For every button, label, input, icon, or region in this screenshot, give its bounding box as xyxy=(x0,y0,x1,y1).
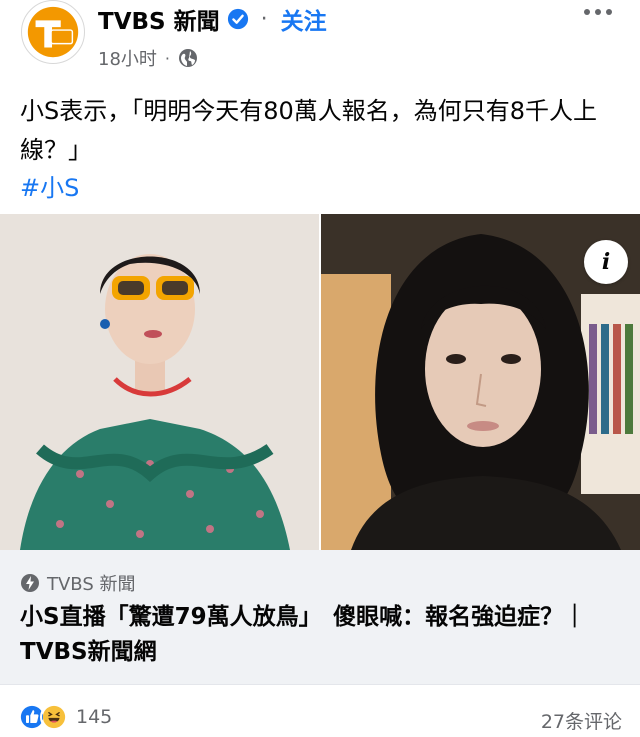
post-header: TVBS 新聞 · 关注 18小时 · xyxy=(0,0,640,80)
more-dot xyxy=(595,9,601,15)
link-title[interactable]: 小S直播「驚遭79萬人放鳥」 傻眼喊：報名強迫症？｜TVBS新聞網 xyxy=(20,600,628,670)
photo-left[interactable] xyxy=(0,214,319,550)
more-dot xyxy=(584,9,590,15)
post-photos: i xyxy=(0,214,640,550)
globe-icon xyxy=(179,49,197,67)
photo-right[interactable]: i xyxy=(321,214,640,550)
more-dot xyxy=(606,9,612,15)
reaction-count: 145 xyxy=(76,706,113,728)
link-source: TVBS 新聞 xyxy=(47,574,136,595)
more-options-icon[interactable] xyxy=(578,0,618,24)
name-row: TVBS 新聞 · 关注 xyxy=(98,2,327,36)
reactions-summary[interactable]: 145 xyxy=(18,703,112,731)
separator-dot: · xyxy=(260,6,268,32)
link-source-row: TVBS 新聞 xyxy=(20,570,136,596)
woman-glasses-illustration xyxy=(0,214,319,550)
post-footer: 145 27条评论 xyxy=(0,684,640,737)
tvbs-logo-icon xyxy=(22,1,84,63)
hashtag-link[interactable]: #小S xyxy=(20,168,79,203)
haha-icon xyxy=(40,703,68,731)
page-name[interactable]: TVBS 新聞 xyxy=(98,2,220,36)
lightning-bolt-icon xyxy=(21,574,39,592)
post-text: 小S表示，「明明今天有80萬人報名，為何只有8千人上線？」 xyxy=(20,97,598,164)
page-avatar[interactable] xyxy=(21,0,85,64)
meta-separator: · xyxy=(164,48,170,68)
link-preview-card[interactable]: TVBS 新聞 小S直播「驚遭79萬人放鳥」 傻眼喊：報名強迫症？｜TVBS新聞… xyxy=(0,550,640,684)
post-meta: 18小时 · xyxy=(98,45,198,71)
comment-count-link[interactable]: 27条评论 xyxy=(541,707,622,734)
verified-badge-icon xyxy=(227,8,248,30)
follow-button[interactable]: 关注 xyxy=(281,2,327,36)
post-timestamp[interactable]: 18小时 xyxy=(98,45,157,71)
info-button[interactable]: i xyxy=(584,240,628,284)
info-icon: i xyxy=(601,249,611,275)
